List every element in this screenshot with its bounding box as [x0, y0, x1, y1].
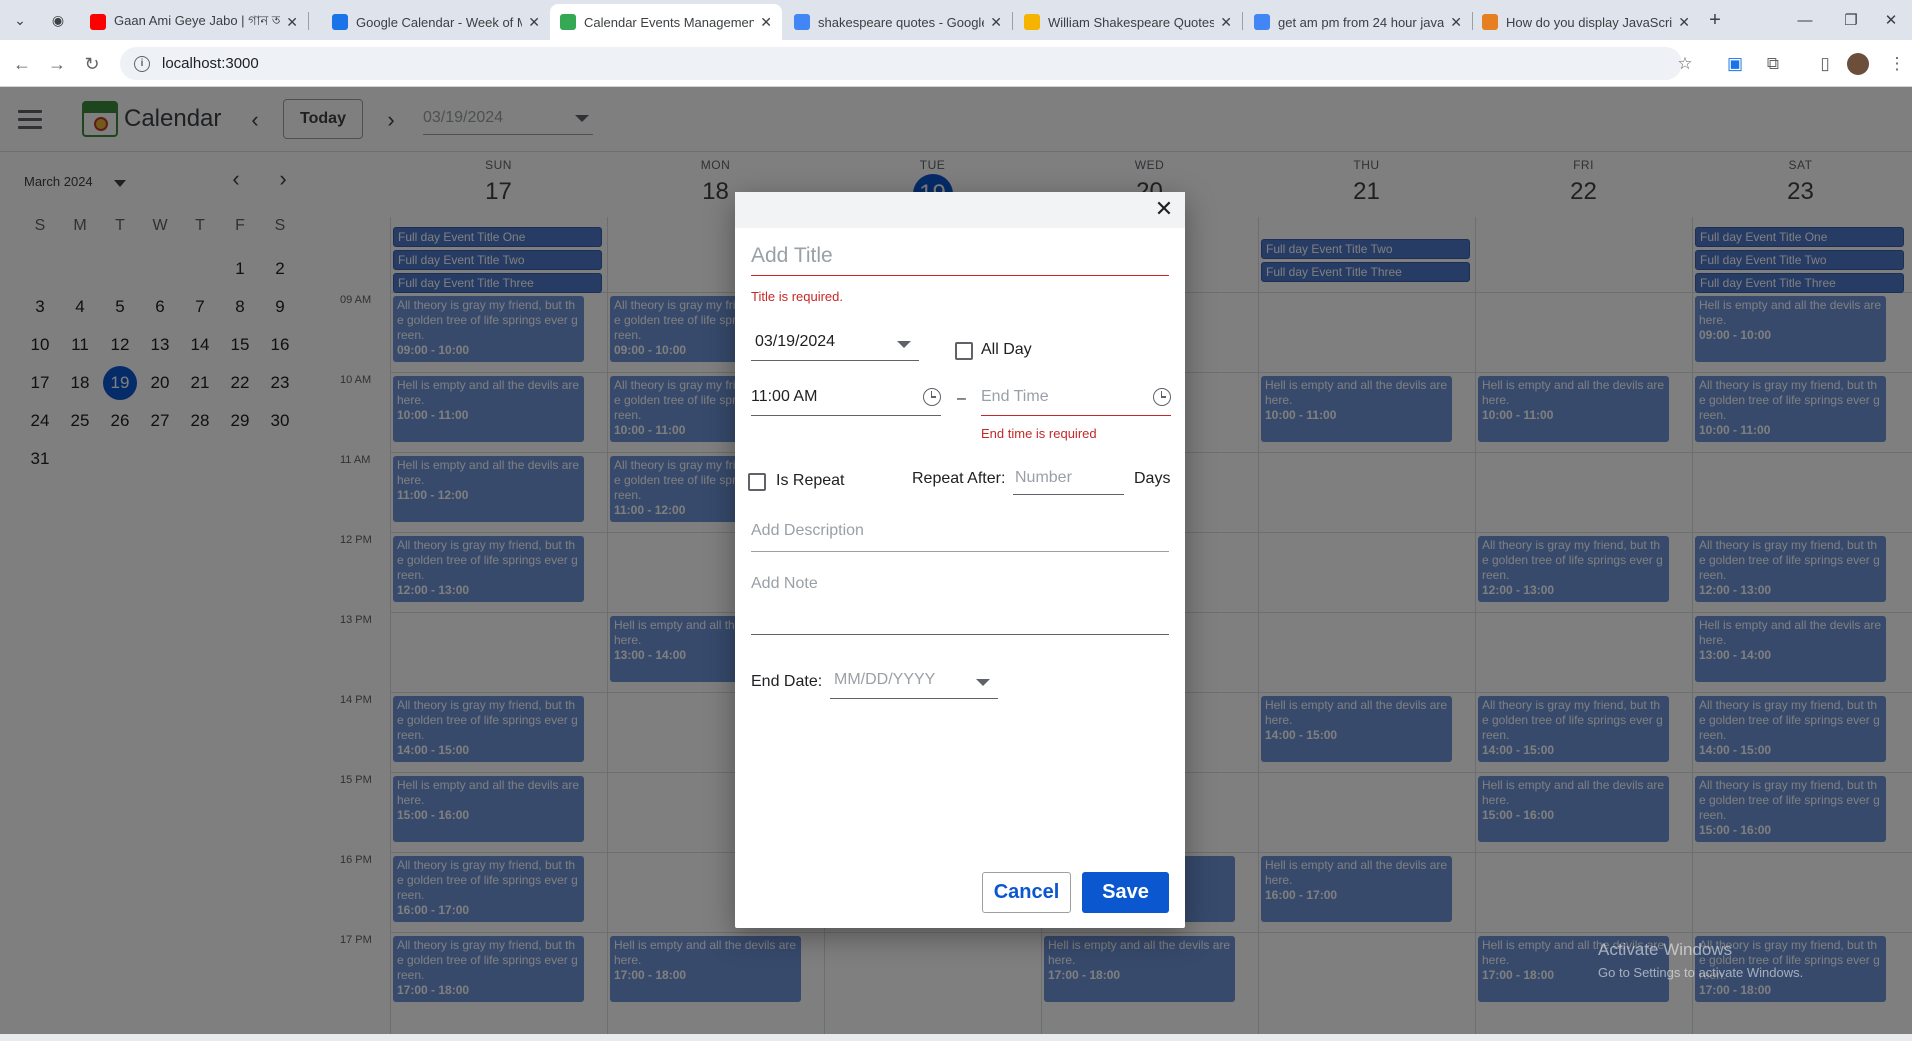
incognito-icon[interactable]: ◉	[44, 6, 72, 34]
tab-close-icon[interactable]: ✕	[1678, 14, 1690, 31]
browser-menu-icon[interactable]: ⋮	[1884, 51, 1910, 77]
browser-tab[interactable]: shakespeare quotes - Google ✕	[784, 4, 1012, 40]
tab-close-icon[interactable]: ✕	[990, 14, 1002, 31]
end-time-field[interactable]: End Time	[981, 388, 1171, 416]
repeat-after-label: Repeat After:	[912, 470, 1006, 487]
end-date-field[interactable]: MM/DD/YYYY	[830, 671, 998, 699]
dialog-header: ✕	[735, 192, 1185, 228]
tab-favicon-icon	[794, 14, 810, 30]
save-button[interactable]: Save	[1082, 872, 1169, 913]
tab-separator	[1242, 12, 1243, 30]
is-repeat-checkbox[interactable]	[748, 473, 766, 491]
tab-separator	[1012, 12, 1013, 30]
tab-close-icon[interactable]: ✕	[286, 14, 298, 31]
all-day-checkbox[interactable]	[955, 342, 973, 360]
taskbar-strip	[0, 1034, 1912, 1041]
description-input[interactable]: Add Description	[751, 522, 1169, 552]
tab-title: Gaan Ami Geye Jabo | গান আমি গেয়ে যাবো	[114, 12, 281, 28]
tab-favicon-icon	[1024, 14, 1040, 30]
activation-watermark: Activate Windows	[1598, 940, 1733, 959]
tab-favicon-icon	[332, 14, 348, 30]
forward-icon[interactable]: →	[43, 50, 71, 78]
end-date-placeholder: MM/DD/YYYY	[834, 671, 936, 688]
browser-tab[interactable]: Gaan Ami Geye Jabo | গান আমি গেয়ে যাবো ✕	[80, 4, 308, 40]
event-date-value: 03/19/2024	[755, 333, 836, 350]
tab-title: Calendar Events Management	[584, 14, 755, 30]
tab-title: How do you display JavaScrip	[1506, 14, 1673, 30]
close-icon[interactable]: ✕	[1149, 194, 1179, 224]
browser-tab[interactable]: How do you display JavaScrip ✕	[1472, 4, 1700, 40]
caret-down-icon[interactable]	[976, 679, 990, 686]
end-time-error: End time is required	[981, 426, 1097, 441]
event-date-field[interactable]: 03/19/2024	[751, 333, 919, 361]
tab-favicon-icon	[90, 14, 106, 30]
tab-title: Google Calendar - Week of M	[356, 14, 523, 30]
tab-search-icon[interactable]: ⌄	[6, 6, 34, 34]
close-window-icon[interactable]: ✕	[1868, 0, 1912, 40]
extensions-puzzle-icon[interactable]: ⧉	[1760, 51, 1786, 77]
time-separator: –	[957, 390, 966, 407]
end-time-placeholder: End Time	[981, 388, 1049, 405]
tab-title: William Shakespeare Quotes (	[1048, 14, 1215, 30]
browser-tab[interactable]: William Shakespeare Quotes ( ✕	[1014, 4, 1242, 40]
cancel-button[interactable]: Cancel	[982, 872, 1071, 913]
activation-watermark-sub: Go to Settings to activate Windows.	[1598, 965, 1804, 980]
site-info-icon[interactable]: i	[134, 55, 150, 72]
minimize-icon[interactable]: —	[1782, 0, 1828, 40]
all-day-label: All Day	[981, 341, 1032, 358]
note-input[interactable]: Add Note	[751, 575, 1169, 635]
extension-icon[interactable]: ▣	[1722, 51, 1748, 77]
clock-icon[interactable]	[1153, 388, 1171, 406]
start-time-field[interactable]: 11:00 AM	[751, 388, 941, 416]
address-bar[interactable]: i localhost:3000	[120, 47, 1682, 80]
back-icon[interactable]: ←	[8, 50, 36, 78]
browser-tab[interactable]: Google Calendar - Week of M ✕	[322, 4, 550, 40]
browser-tab-strip: ⌄ ◉ Gaan Ami Geye Jabo | গান আমি গেয়ে য…	[0, 0, 1912, 40]
start-time-value: 11:00 AM	[751, 388, 818, 405]
repeat-number-input[interactable]: Number	[1013, 469, 1124, 495]
is-repeat-label: Is Repeat	[776, 472, 845, 489]
new-tab-icon[interactable]: +	[1701, 6, 1729, 34]
caret-down-icon[interactable]	[897, 341, 911, 348]
title-error: Title is required.	[751, 289, 843, 304]
clock-icon[interactable]	[923, 388, 941, 406]
days-label: Days	[1134, 470, 1171, 487]
tab-close-icon[interactable]: ✕	[760, 14, 772, 31]
tab-separator	[308, 12, 309, 30]
bookmark-star-icon[interactable]: ☆	[1672, 51, 1698, 77]
tab-favicon-icon	[1482, 14, 1498, 30]
tab-favicon-icon	[1254, 14, 1270, 30]
end-date-label: End Date:	[751, 673, 823, 690]
tab-title: get am pm from 24 hour javas	[1278, 14, 1445, 30]
side-panel-icon[interactable]: ▯	[1812, 51, 1838, 77]
tab-favicon-icon	[560, 14, 576, 30]
title-input[interactable]: Add Title	[751, 244, 1169, 276]
browser-toolbar: ← → ↻ i localhost:3000 ☆ ▣ ⧉ ▯ ⋮	[0, 40, 1912, 87]
reload-icon[interactable]: ↻	[78, 50, 106, 78]
tab-title: shakespeare quotes - Google	[818, 14, 985, 30]
tab-close-icon[interactable]: ✕	[528, 14, 540, 31]
browser-tab[interactable]: get am pm from 24 hour javas ✕	[1244, 4, 1472, 40]
browser-tab[interactable]: Calendar Events Management ✕	[550, 4, 782, 40]
profile-avatar[interactable]	[1847, 53, 1869, 75]
event-dialog: ✕ Add Title Title is required. 03/19/202…	[735, 192, 1185, 928]
tab-close-icon[interactable]: ✕	[1220, 14, 1232, 31]
tab-close-icon[interactable]: ✕	[1450, 14, 1462, 31]
url-text: localhost:3000	[162, 55, 259, 72]
